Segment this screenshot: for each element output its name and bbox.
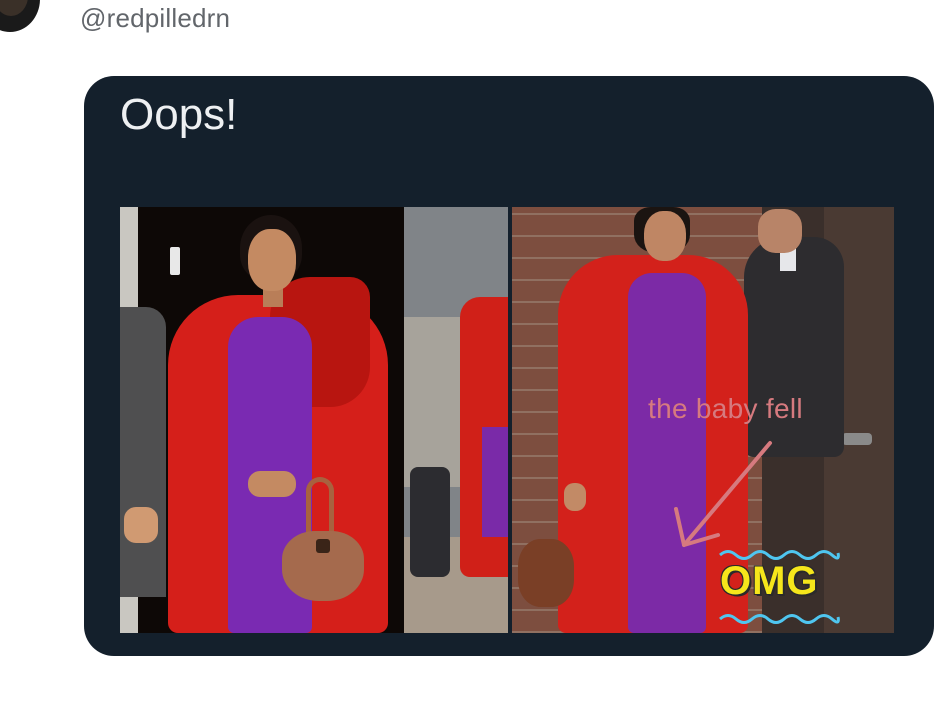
inset-purple-dress (482, 427, 508, 537)
handbag (518, 539, 574, 607)
bag-clasp (316, 539, 330, 553)
door-handle (842, 433, 872, 445)
arrow-icon (674, 441, 772, 547)
tweet-media-card[interactable]: Oops! the baby fell OMG (84, 76, 934, 656)
avatar[interactable] (0, 0, 40, 32)
right-photo: the baby fell OMG (512, 207, 894, 633)
held-hand (124, 507, 158, 543)
omg-label: OMG (720, 559, 819, 603)
face (248, 229, 296, 291)
hand (564, 483, 586, 511)
user-handle[interactable]: @redpilledrn (80, 3, 230, 34)
meme-caption: Oops! (120, 90, 238, 139)
face (644, 211, 686, 261)
hand (248, 471, 296, 497)
annotation-text: the baby fell (648, 393, 803, 424)
light-switch (170, 247, 180, 275)
wave-icon (719, 614, 840, 624)
man-head (758, 209, 802, 253)
inset-leg (410, 467, 450, 577)
companion-sleeve (120, 307, 166, 597)
left-photo (120, 207, 508, 633)
